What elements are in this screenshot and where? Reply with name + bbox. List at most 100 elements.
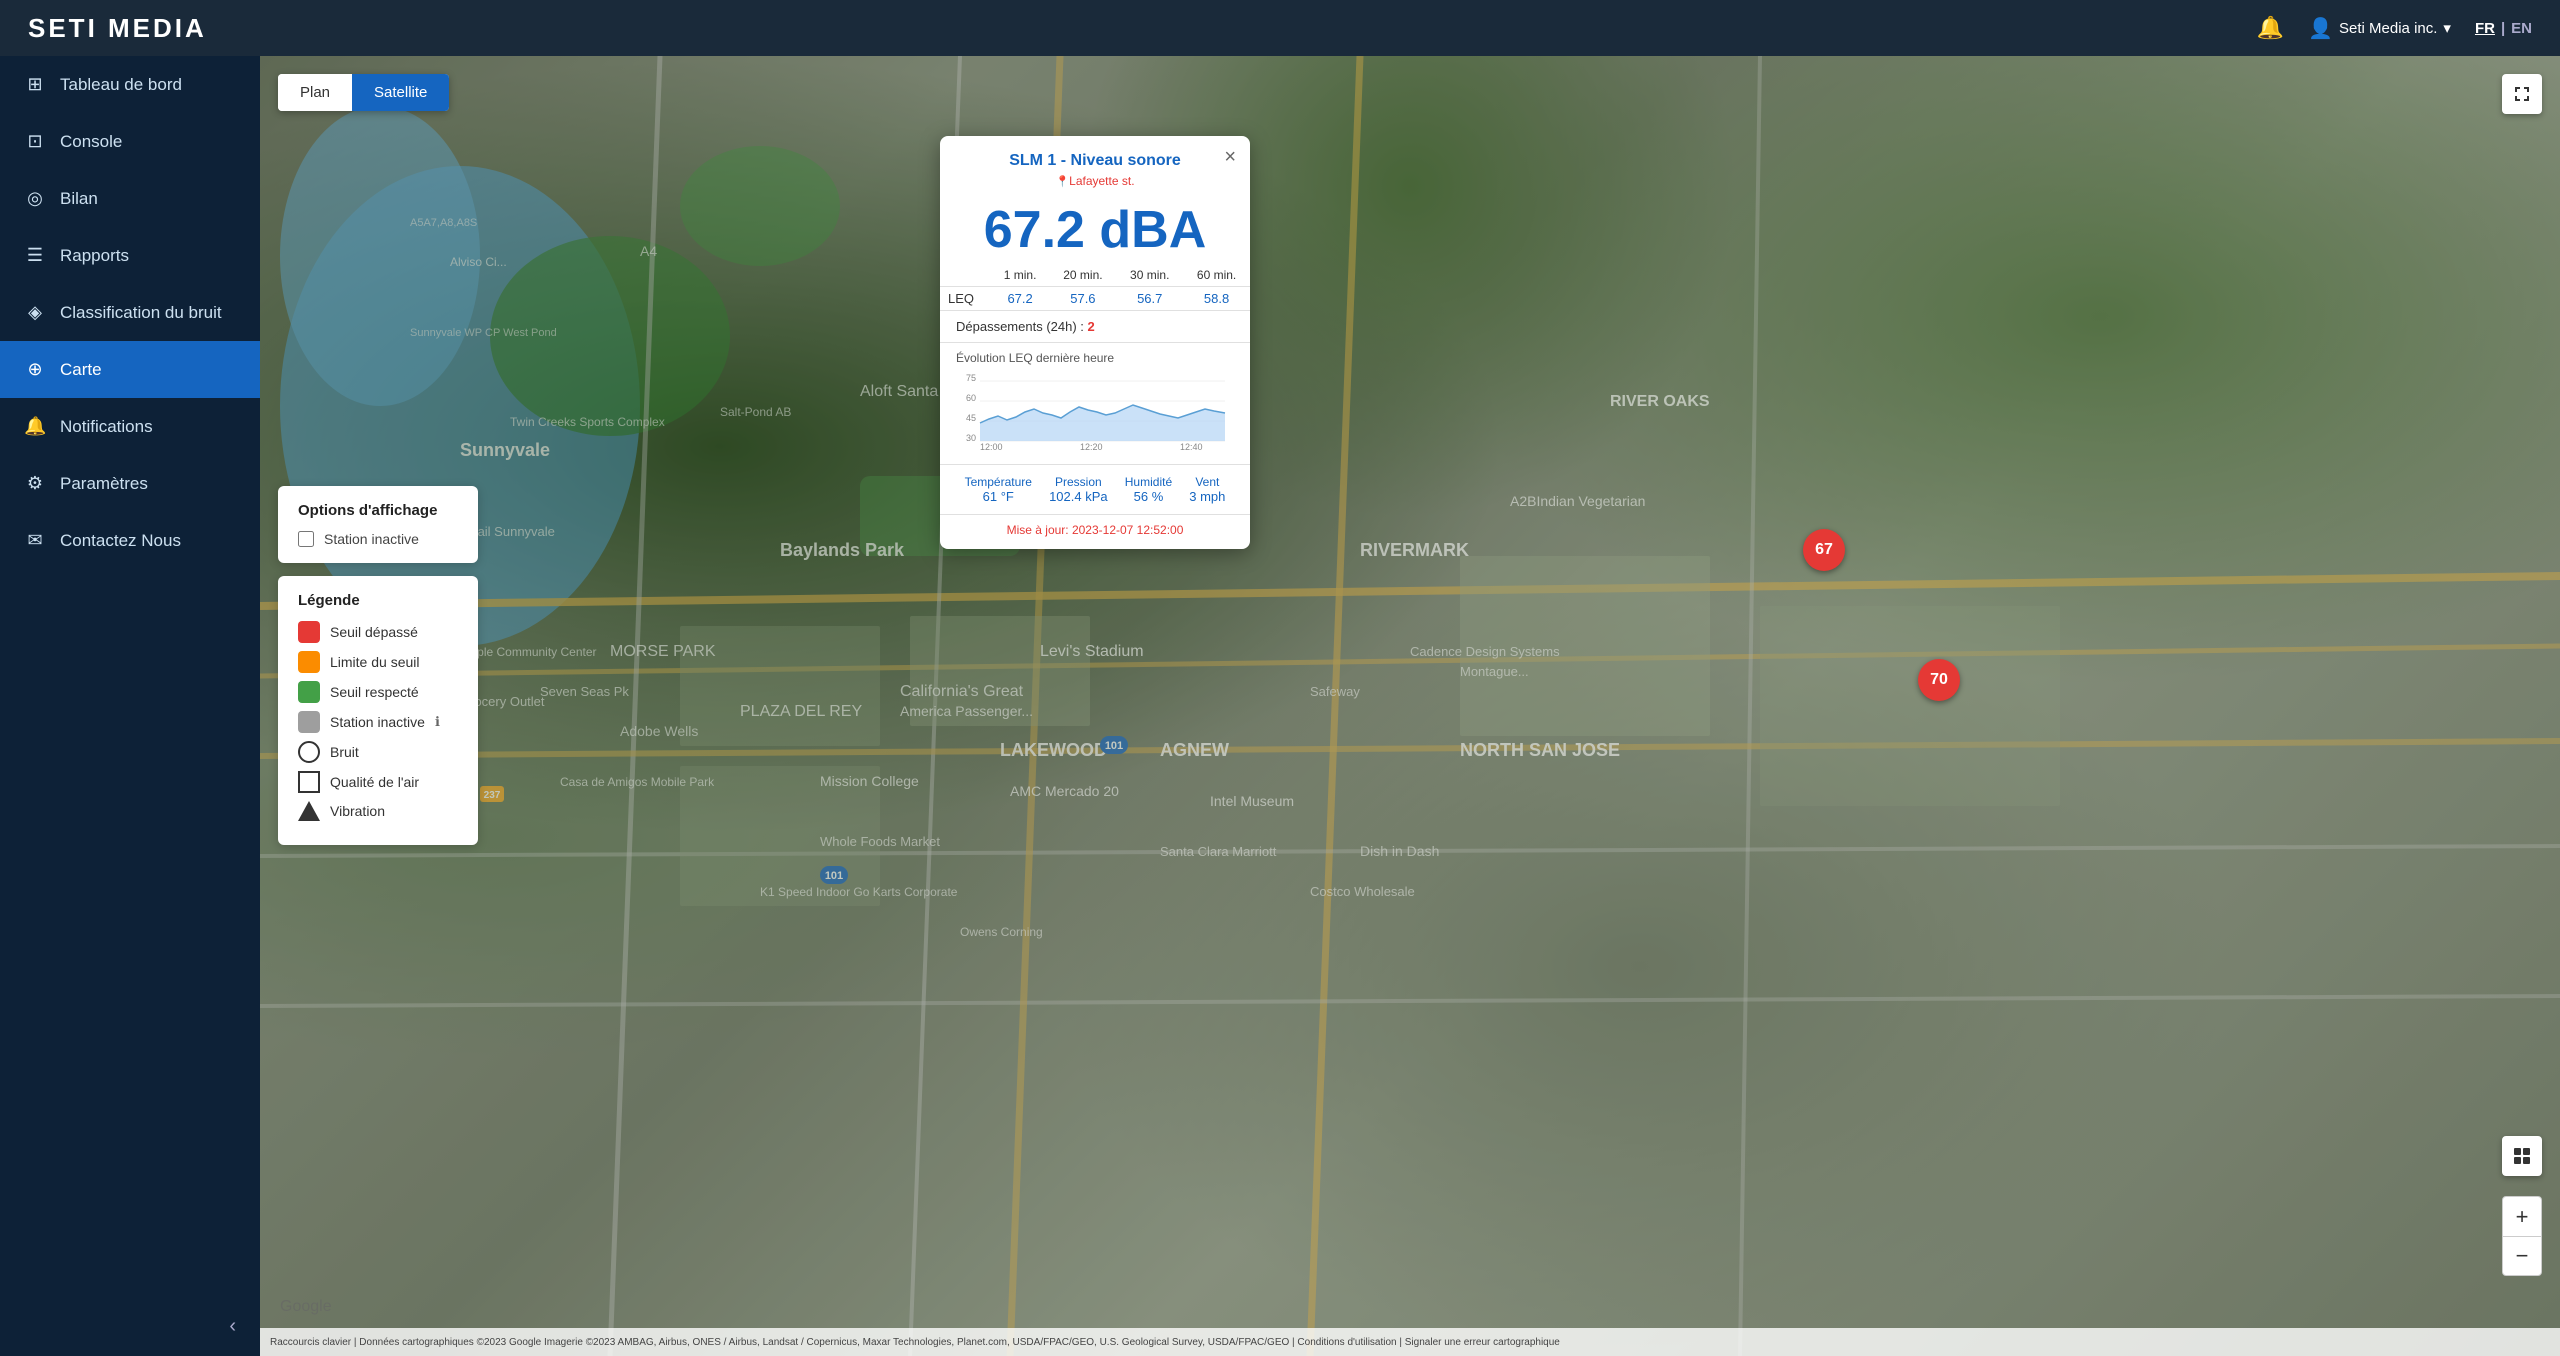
legend-info-icon[interactable]: ℹ [435, 714, 440, 730]
zoom-out-button[interactable]: − [2502, 1236, 2542, 1276]
legend-title: Légende [298, 592, 458, 609]
svg-text:A4: A4 [640, 243, 657, 259]
main-layout: ⊞ Tableau de bord ⊡ Console ◎ Bilan ☰ Ra… [0, 56, 2560, 1356]
attribution-text: Raccourcis clavier | Données cartographi… [270, 1337, 1560, 1348]
sidebar-item-bilan[interactable]: ◎ Bilan [0, 170, 260, 227]
legend-color-gray [298, 711, 320, 733]
map-tab-satellite[interactable]: Satellite [352, 74, 449, 111]
svg-text:America Passenger...: America Passenger... [900, 703, 1033, 719]
weather-temperature-label: Température [965, 475, 1032, 489]
map-attribution: Raccourcis clavier | Données cartographi… [260, 1328, 2560, 1356]
popup-weather: Température 61 °F Pression 102.4 kPa Hum… [940, 464, 1250, 514]
map-roads-overlay: Sunnyvale Aloft Santa C... Baylands Park… [260, 56, 2560, 1356]
popup-chart-title: Évolution LEQ dernière heure [956, 351, 1234, 365]
weather-vent: Vent 3 mph [1189, 475, 1225, 504]
sidebar-item-notifications[interactable]: 🔔 Notifications [0, 398, 260, 455]
map-tab-plan[interactable]: Plan [278, 74, 352, 111]
legend-label-station-inactive: Station inactive [330, 714, 425, 730]
popup-title: SLM 1 - Niveau sonore [960, 152, 1230, 170]
header-right: 🔔 👤 Seti Media inc. ▾ FR | EN [2257, 15, 2532, 41]
fullscreen-button[interactable] [2502, 74, 2542, 114]
legend-bruit: Bruit [298, 741, 458, 763]
svg-text:AMC Mercado 20: AMC Mercado 20 [1010, 783, 1119, 799]
svg-text:K1 Speed Indoor Go Karts Corpo: K1 Speed Indoor Go Karts Corporate [760, 885, 958, 899]
weather-pression: Pression 102.4 kPa [1049, 475, 1108, 504]
sidebar-item-console[interactable]: ⊡ Console [0, 113, 260, 170]
svg-text:Montague...: Montague... [1460, 664, 1529, 679]
popup-table-header-30min: 30 min. [1116, 264, 1183, 287]
popup-location: Lafayette st. [960, 174, 1230, 188]
contact-icon: ✉ [24, 530, 46, 551]
svg-text:Alviso Ci...: Alviso Ci... [450, 255, 507, 269]
weather-pression-label: Pression [1049, 475, 1108, 489]
rapports-icon: ☰ [24, 245, 46, 266]
classification-icon: ◈ [24, 302, 46, 323]
svg-text:Sunnyvale WP CP West Pond: Sunnyvale WP CP West Pond [410, 327, 557, 339]
sidebar-item-contact[interactable]: ✉ Contactez Nous [0, 512, 260, 569]
lang-en[interactable]: EN [2511, 20, 2532, 37]
popup-data-table: 1 min. 20 min. 30 min. 60 min. LEQ 67.2 … [940, 264, 1250, 311]
sidebar-item-classification[interactable]: ◈ Classification du bruit [0, 284, 260, 341]
svg-text:A5A7,A8,A8S: A5A7,A8,A8S [410, 217, 477, 229]
svg-text:237: 237 [484, 790, 501, 801]
popup-chart-section: Évolution LEQ dernière heure 75 60 45 30 [940, 343, 1250, 464]
lang-separator: | [2501, 20, 2505, 37]
marker-67[interactable]: 67 [1803, 529, 1845, 571]
station-inactive-label: Station inactive [324, 531, 419, 547]
svg-text:101: 101 [1105, 740, 1123, 752]
parametres-icon: ⚙ [24, 473, 46, 494]
legend-vibration: Vibration [298, 801, 458, 821]
legend-label-seuil-respecte: Seuil respecté [330, 684, 419, 700]
popup-value: 67.2 dBA [940, 196, 1250, 264]
svg-text:RIVERMARK: RIVERMARK [1360, 540, 1469, 560]
weather-vent-value: 3 mph [1189, 489, 1225, 504]
sidebar-item-rapports[interactable]: ☰ Rapports [0, 227, 260, 284]
notification-bell[interactable]: 🔔 [2257, 15, 2284, 41]
sidebar-label-console: Console [60, 132, 122, 152]
popup-exceedances-label: Dépassements (24h) : [956, 319, 1084, 334]
weather-vent-label: Vent [1189, 475, 1225, 489]
language-switcher: FR | EN [2475, 20, 2532, 37]
bell-icon: 🔔 [2257, 15, 2284, 40]
legend-color-green [298, 681, 320, 703]
svg-text:Mission College: Mission College [820, 773, 919, 789]
legend-seuil-respecte: Seuil respecté [298, 681, 458, 703]
svg-text:Sunnyvale: Sunnyvale [460, 440, 550, 460]
map-area[interactable]: Sunnyvale Aloft Santa C... Baylands Park… [260, 56, 2560, 1356]
svg-text:45: 45 [966, 413, 976, 423]
user-menu[interactable]: 👤 Seti Media inc. ▾ [2308, 16, 2451, 41]
svg-text:30: 30 [966, 433, 976, 443]
svg-text:Seven Seas Pk: Seven Seas Pk [540, 684, 629, 699]
sidebar-label-tableau: Tableau de bord [60, 75, 182, 95]
marker-67-value: 67 [1815, 541, 1833, 559]
sidebar-item-tableau-de-bord[interactable]: ⊞ Tableau de bord [0, 56, 260, 113]
grid-icon: ⊞ [24, 74, 46, 95]
legend-square-icon [298, 771, 320, 793]
options-title: Options d'affichage [298, 502, 458, 519]
zoom-in-button[interactable]: + [2502, 1196, 2542, 1236]
svg-text:Twin Creeks Sports Complex: Twin Creeks Sports Complex [510, 415, 665, 429]
svg-text:Owens Corning: Owens Corning [960, 925, 1043, 939]
sidebar-collapse-button[interactable]: ‹ [0, 1297, 260, 1356]
bilan-icon: ◎ [24, 188, 46, 209]
legend-seuil-depasse: Seuil dépassé [298, 621, 458, 643]
popup-close-button[interactable]: × [1224, 146, 1236, 169]
popup-exceedances: Dépassements (24h) : 2 [940, 311, 1250, 343]
legend-qualite-air: Qualité de l'air [298, 771, 458, 793]
legend-color-orange [298, 651, 320, 673]
marker-70-value: 70 [1930, 671, 1948, 689]
map-layers-button[interactable] [2502, 1136, 2542, 1176]
station-inactive-checkbox[interactable] [298, 531, 314, 547]
svg-text:Whole Foods Market: Whole Foods Market [820, 834, 940, 849]
sidebar: ⊞ Tableau de bord ⊡ Console ◎ Bilan ☰ Ra… [0, 56, 260, 1356]
svg-text:LAKEWOOD: LAKEWOOD [1000, 740, 1107, 760]
sidebar-item-parametres[interactable]: ⚙ Paramètres [0, 455, 260, 512]
popup-update: Mise à jour: 2023-12-07 12:52:00 [940, 514, 1250, 549]
svg-text:Salt-Pond AB: Salt-Pond AB [720, 405, 791, 419]
popup-leq-30min: 56.7 [1116, 287, 1183, 311]
lang-fr[interactable]: FR [2475, 20, 2495, 37]
marker-70[interactable]: 70 [1918, 659, 1960, 701]
user-avatar-icon: 👤 [2308, 16, 2333, 41]
popup-table-header-empty [940, 264, 991, 287]
sidebar-item-carte[interactable]: ⊕ Carte [0, 341, 260, 398]
